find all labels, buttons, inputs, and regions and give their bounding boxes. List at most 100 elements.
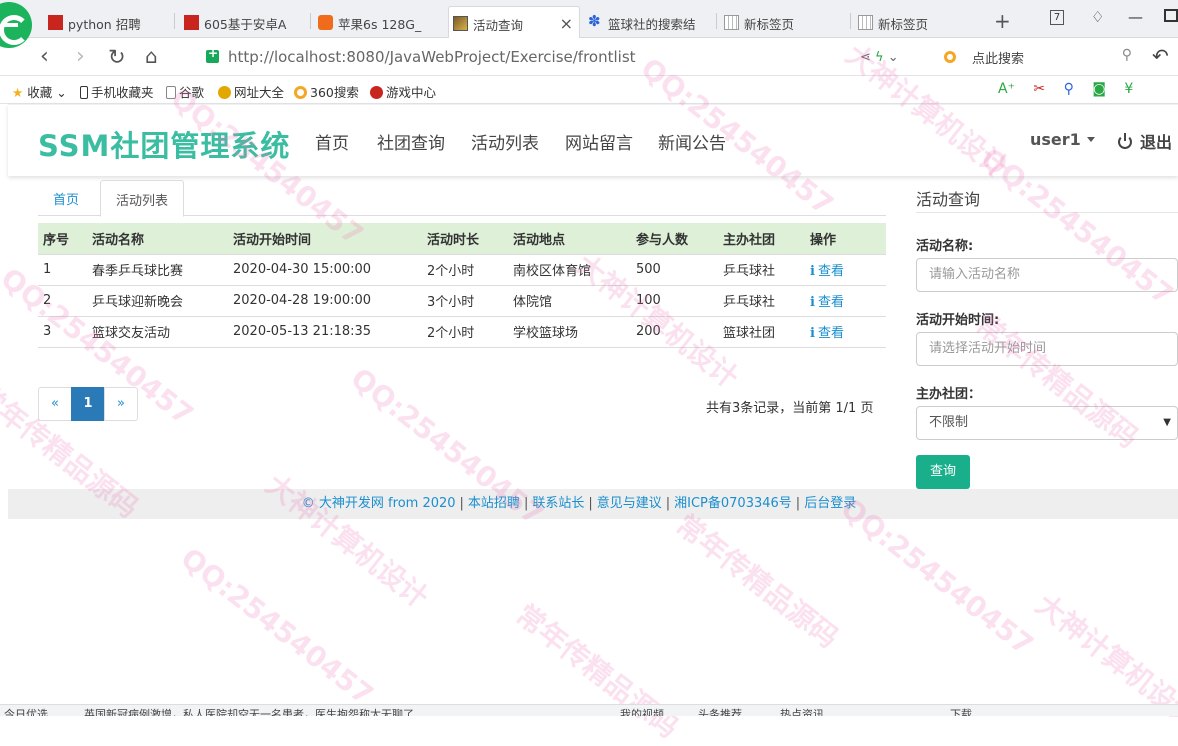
translate-icon: A⁺ bbox=[998, 81, 1015, 97]
doc-icon bbox=[166, 86, 176, 99]
footer-feedback-link[interactable]: 意见与建议 bbox=[597, 496, 662, 511]
bookmark-google[interactable]: 谷歌 bbox=[166, 82, 204, 101]
share-icon[interactable]: ⋖ ϟ ⌄ bbox=[860, 50, 899, 65]
col-header-place: 活动地点 bbox=[508, 223, 631, 254]
footer-icp-link[interactable]: 湘ICP备0703346号 bbox=[674, 496, 792, 511]
view-link[interactable]: i 查看 bbox=[810, 295, 844, 310]
footer-contact-link[interactable]: 联系站长 bbox=[532, 496, 584, 511]
tab-count-icon[interactable]: 7 bbox=[1050, 10, 1064, 25]
tab-iphone[interactable]: 苹果6s 128G_ bbox=[314, 6, 444, 38]
tab-activity-query[interactable]: 活动查询 × bbox=[448, 6, 580, 38]
tab-605-android[interactable]: 605基于安卓A bbox=[180, 6, 310, 38]
status-my-videos[interactable]: 我的视频 bbox=[620, 706, 664, 716]
new-tab-button[interactable]: + bbox=[994, 9, 1011, 33]
watermark: 常年传精品源码 bbox=[509, 597, 685, 745]
col-header-duration: 活动时长 bbox=[422, 223, 508, 254]
info-icon: i bbox=[810, 326, 815, 341]
watermark: 大神计算机设计 bbox=[259, 467, 435, 615]
extension-icons[interactable]: A⁺ ✂ ⚲ ◙ ¥ bbox=[998, 81, 1133, 97]
table-row: 2 乒乓球迎新晚会 2020-04-28 19:00:00 3个小时 体院馆 1… bbox=[38, 284, 886, 316]
bookmark-mobile[interactable]: 手机收藏夹 bbox=[80, 82, 154, 101]
reload-icon[interactable]: ↻ bbox=[108, 45, 126, 69]
club-label: 主办社团： bbox=[916, 387, 982, 402]
scissors-icon: ✂ bbox=[1033, 81, 1046, 97]
nav-news[interactable]: 新闻公告 bbox=[658, 129, 726, 154]
maximize-icon[interactable] bbox=[1164, 9, 1178, 22]
search-icon[interactable]: ⚲ bbox=[1122, 47, 1132, 63]
nav-activity-list[interactable]: 活动列表 bbox=[471, 129, 539, 154]
tab-activity-list[interactable]: 活动列表 bbox=[100, 180, 185, 217]
prev-page-button[interactable]: « bbox=[38, 387, 72, 421]
url-field[interactable]: http://localhost:8080/JavaWebProject/Exe… bbox=[198, 43, 928, 71]
360-icon bbox=[294, 86, 307, 99]
secure-shield-icon bbox=[206, 46, 219, 63]
game-icon bbox=[370, 86, 383, 99]
site-header: SSM社团管理系统 首页 社团查询 活动列表 网站留言 新闻公告 user1 退… bbox=[8, 104, 1178, 176]
col-header-action: 操作 bbox=[805, 223, 886, 254]
power-icon bbox=[1118, 133, 1132, 149]
back-icon[interactable]: ‹ bbox=[40, 44, 49, 69]
start-time-label: 活动开始时间: bbox=[916, 313, 1000, 328]
footer-jobs-link[interactable]: 本站招聘 bbox=[468, 496, 520, 511]
address-bar-row: ‹ › ↻ ⌂ http://localhost:8080/JavaWebPro… bbox=[0, 38, 1178, 76]
status-today-picks[interactable]: 今日优选 bbox=[4, 706, 48, 716]
magnifier-icon: ⚲ bbox=[1063, 81, 1074, 97]
nav-club-query[interactable]: 社团查询 bbox=[377, 129, 445, 154]
activity-table: 序号 活动名称 活动开始时间 活动时长 活动地点 参与人数 主办社团 操作 1 … bbox=[38, 223, 886, 348]
query-button[interactable]: 查询 bbox=[916, 455, 970, 489]
nav-home[interactable]: 首页 bbox=[315, 129, 349, 154]
tab-basketball-search[interactable]: ✽ 篮球社的搜索结 bbox=[584, 6, 714, 38]
col-header-people: 参与人数 bbox=[631, 223, 718, 254]
logout-button[interactable]: 退出 bbox=[1118, 129, 1172, 153]
site-brand[interactable]: SSM社团管理系统 bbox=[38, 123, 290, 165]
home-icon[interactable]: ⌂ bbox=[145, 44, 158, 68]
next-page-button[interactable]: » bbox=[104, 387, 138, 421]
yen-icon: ¥ bbox=[1124, 81, 1134, 97]
watermark: 常年传精品源码 bbox=[669, 507, 845, 655]
status-hot-news[interactable]: 热点资讯 bbox=[780, 706, 824, 716]
user-menu[interactable]: user1 bbox=[1030, 130, 1095, 149]
undo-icon[interactable]: ↶ bbox=[1152, 44, 1169, 68]
club-select[interactable]: 不限制 ▼ bbox=[916, 406, 1178, 440]
view-link[interactable]: i 查看 bbox=[810, 264, 844, 279]
bookmark-games[interactable]: 游戏中心 bbox=[370, 82, 436, 101]
red-square-icon bbox=[48, 15, 63, 30]
red-square-icon bbox=[184, 15, 199, 30]
search-input[interactable]: 点此搜索 ⚲ bbox=[938, 43, 1140, 71]
activity-name-label: 活动名称: bbox=[916, 239, 974, 254]
info-icon: i bbox=[810, 295, 815, 310]
forward-icon[interactable]: › bbox=[76, 44, 85, 69]
bookmark-360-search[interactable]: 360搜索 bbox=[294, 82, 359, 101]
footer-copyright[interactable]: © 大神开发网 from 2020 bbox=[302, 496, 456, 511]
minimize-icon[interactable]: — bbox=[1128, 8, 1143, 26]
star-icon: ★ bbox=[12, 85, 24, 100]
tab-python-jobs[interactable]: python 招聘 bbox=[44, 6, 172, 38]
col-header-club: 主办社团 bbox=[718, 223, 805, 254]
info-icon: i bbox=[810, 264, 815, 279]
footer-admin-login-link[interactable]: 后台登录 bbox=[804, 496, 856, 511]
page-1-button[interactable]: 1 bbox=[71, 387, 105, 421]
baidu-paw-icon: ✽ bbox=[588, 12, 601, 30]
close-tab-icon[interactable]: × bbox=[560, 14, 573, 33]
tab-new-2[interactable]: 新标签页 bbox=[854, 6, 984, 38]
tab-home[interactable]: 首页 bbox=[38, 180, 94, 217]
nav-message-board[interactable]: 网站留言 bbox=[565, 129, 633, 154]
view-link[interactable]: i 查看 bbox=[810, 326, 844, 341]
bookmark-sites[interactable]: 网址大全 bbox=[218, 82, 284, 101]
status-news-ticker[interactable]: 英国新冠病例激增，私人医院却空无一名患者，医生抱怨称太无聊了 bbox=[84, 706, 414, 716]
divider bbox=[916, 212, 1178, 213]
status-headlines[interactable]: 头条推荐 bbox=[698, 706, 742, 716]
activity-name-input[interactable]: 请输入活动名称 bbox=[916, 258, 1178, 292]
col-header-start: 活动开始时间 bbox=[228, 223, 422, 254]
shirt-icon[interactable]: ♢ bbox=[1091, 8, 1104, 26]
tab-new-1[interactable]: 新标签页 bbox=[720, 6, 850, 38]
table-row: 3 篮球交友活动 2020-05-13 21:18:35 2个小时 学校篮球场 … bbox=[38, 315, 886, 348]
globe-icon bbox=[218, 86, 231, 99]
grid-icon bbox=[724, 15, 739, 30]
status-download[interactable]: 下载 bbox=[950, 706, 972, 716]
bookmark-favorites[interactable]: ★ 收藏 ⌄ bbox=[12, 82, 67, 101]
start-time-input[interactable]: 请选择活动开始时间 bbox=[916, 332, 1178, 366]
chevron-down-icon: ▼ bbox=[1163, 417, 1171, 428]
status-bar: 今日优选 英国新冠病例激增，私人医院却空无一名患者，医生抱怨称太无聊了 我的视频… bbox=[0, 704, 1178, 716]
lightning-icon: ϟ bbox=[875, 50, 884, 65]
